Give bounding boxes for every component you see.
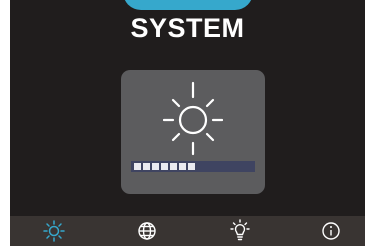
nav-item-info[interactable]	[306, 216, 356, 246]
top-accent-tab	[123, 0, 253, 10]
globe-icon	[138, 222, 156, 240]
sun-icon	[163, 81, 223, 156]
info-icon	[322, 222, 340, 240]
lightbulb-icon	[230, 219, 250, 241]
bottom-nav	[10, 216, 365, 246]
brightness-segment	[179, 163, 186, 170]
brightness-level-fill	[134, 163, 255, 170]
page-title: SYSTEM	[130, 13, 245, 43]
nav-item-light[interactable]	[215, 216, 265, 246]
brightness-segment	[143, 163, 150, 170]
brightness-segment	[170, 163, 177, 170]
brightness-segment	[188, 163, 195, 170]
brightness-segment	[161, 163, 168, 170]
brightness-segment	[134, 163, 141, 170]
screen: SYSTEM	[10, 0, 365, 246]
brightness-card	[121, 70, 265, 194]
brightness-icon	[43, 220, 65, 242]
nav-item-language[interactable]	[122, 216, 172, 246]
brightness-level-bar[interactable]	[131, 161, 255, 172]
brightness-segment	[152, 163, 159, 170]
nav-item-brightness[interactable]	[29, 216, 79, 246]
